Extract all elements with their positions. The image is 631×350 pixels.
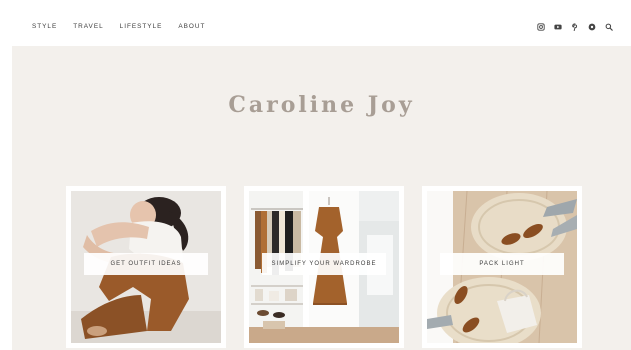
hero-section: Caroline Joy GET OUTFIT IDEAS SIMPLIFY Y…: [12, 46, 631, 350]
nav-item-about[interactable]: ABOUT: [178, 23, 205, 30]
circle-icon[interactable]: [588, 23, 596, 31]
pinterest-icon[interactable]: [571, 23, 579, 31]
top-nav-bar: STYLE TRAVEL LIFESTYLE ABOUT: [12, 6, 631, 46]
nav-item-travel[interactable]: TRAVEL: [73, 23, 103, 30]
card-pack-light[interactable]: PACK LIGHT: [422, 186, 582, 348]
get-outfit-ideas-button[interactable]: GET OUTFIT IDEAS: [84, 253, 208, 275]
nav-item-style[interactable]: STYLE: [32, 23, 57, 30]
search-icon[interactable]: [605, 23, 613, 31]
card-outfit-ideas[interactable]: GET OUTFIT IDEAS: [66, 186, 226, 348]
youtube-icon[interactable]: [554, 23, 562, 31]
instagram-icon[interactable]: [537, 23, 545, 31]
site-title[interactable]: Caroline Joy: [12, 92, 631, 118]
pack-light-button[interactable]: PACK LIGHT: [440, 253, 564, 275]
page: STYLE TRAVEL LIFESTYLE ABOUT Caroline Jo…: [12, 6, 631, 350]
nav-item-lifestyle[interactable]: LIFESTYLE: [120, 23, 163, 30]
social-links: [537, 23, 613, 31]
simplify-wardrobe-button[interactable]: SIMPLIFY YOUR WARDROBE: [262, 253, 386, 275]
main-nav: STYLE TRAVEL LIFESTYLE ABOUT: [32, 23, 205, 30]
card-wardrobe[interactable]: SIMPLIFY YOUR WARDROBE: [244, 186, 404, 348]
